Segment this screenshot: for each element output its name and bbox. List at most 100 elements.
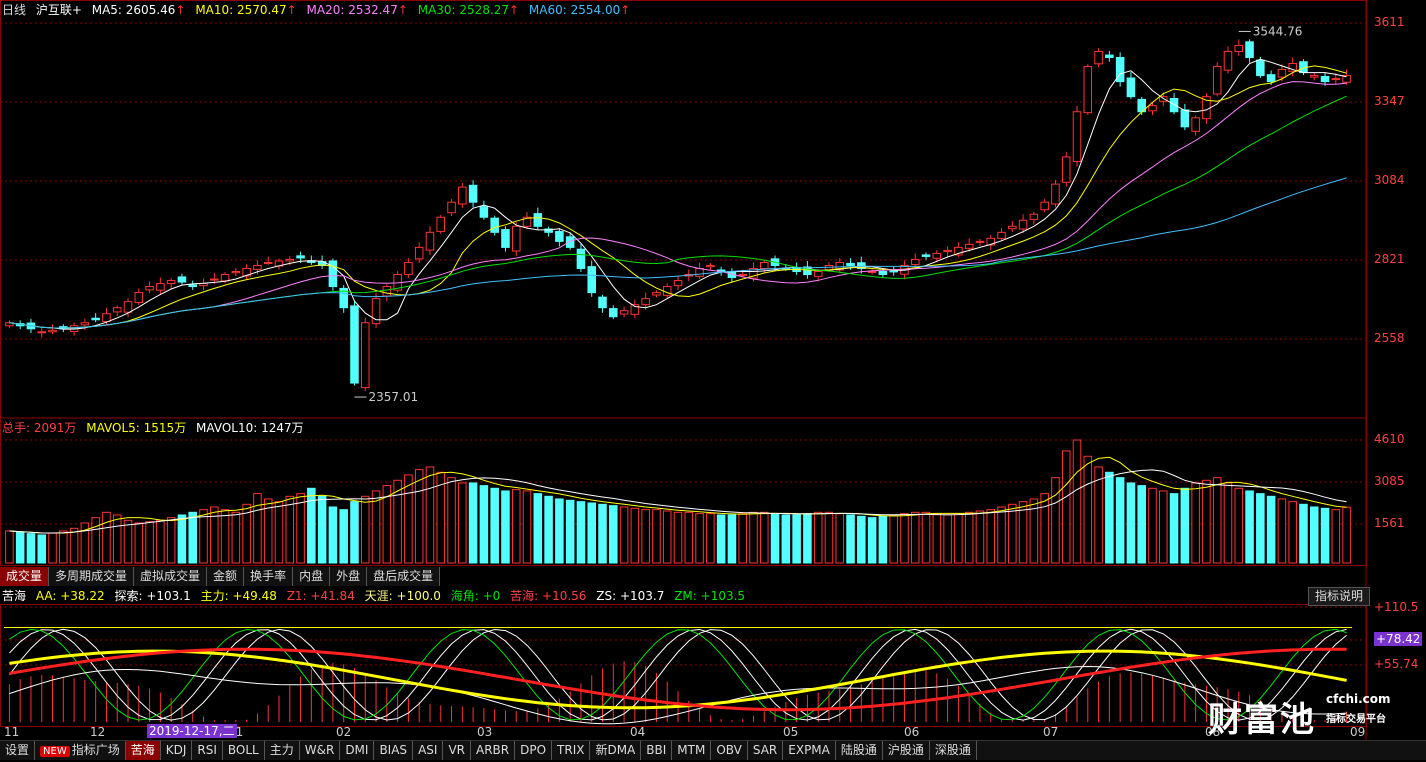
tab-hugutong[interactable]: 沪股通 xyxy=(883,741,930,760)
volume-bar xyxy=(414,469,424,564)
tab-indicator-square-label: 指标广场 xyxy=(71,743,120,757)
tab-shengutong[interactable]: 深股通 xyxy=(930,741,977,760)
volume-bar xyxy=(533,493,543,564)
volume-bar xyxy=(220,509,230,564)
candle-body xyxy=(1212,66,1222,95)
volume-bar xyxy=(749,511,758,564)
price-axis-label: 2558 xyxy=(1374,331,1405,345)
tab-dpo[interactable]: DPO xyxy=(515,741,553,760)
crosshair-date-tag: 2019-12-17,二 xyxy=(147,724,237,738)
tab-amount[interactable]: 金额 xyxy=(207,567,245,586)
volume-bar xyxy=(156,519,165,564)
tab-virtual-volume[interactable]: 虚拟成交量 xyxy=(134,567,208,586)
volume-bar xyxy=(1159,490,1168,564)
tab-arbr[interactable]: ARBR xyxy=(471,741,516,760)
volume-bar xyxy=(1309,506,1319,564)
tab-boll[interactable]: BOLL xyxy=(223,741,265,760)
candle-body xyxy=(285,258,295,262)
indicator-explain-button[interactable]: 指标说明 xyxy=(1308,587,1370,606)
candle-body xyxy=(1126,77,1136,98)
tab-mtm[interactable]: MTM xyxy=(672,741,712,760)
volume-bar xyxy=(307,487,316,564)
volume-bar xyxy=(112,514,122,564)
tab-volume[interactable]: 成交量 xyxy=(0,567,50,586)
tab-obv[interactable]: OBV xyxy=(711,741,748,760)
tab-turnover[interactable]: 换手率 xyxy=(244,567,294,586)
candle-body xyxy=(479,206,489,218)
candle-body xyxy=(350,305,359,384)
tab-kdj[interactable]: KDJ xyxy=(161,741,193,760)
candle-body xyxy=(706,264,715,268)
candle-body xyxy=(609,308,618,318)
x-axis-label: 12 xyxy=(90,725,106,739)
tab-new-dma[interactable]: 新DMA xyxy=(590,741,642,760)
volume-bar xyxy=(565,499,575,564)
volume-bar xyxy=(706,513,715,564)
tab-bbi[interactable]: BBI xyxy=(641,741,673,760)
tab-vr[interactable]: VR xyxy=(443,741,471,760)
tab-sar[interactable]: SAR xyxy=(748,741,784,760)
total-volume: 总手: 2091万 xyxy=(2,421,77,435)
tab-asi[interactable]: ASI xyxy=(413,741,444,760)
tab-expma[interactable]: EXPMA xyxy=(783,741,836,760)
tab-outer[interactable]: 外盘 xyxy=(330,567,368,586)
candle-body xyxy=(210,278,219,281)
candle-body xyxy=(102,313,111,323)
volume-bar xyxy=(727,514,737,564)
tab-indicator-square[interactable]: NEW 指标广场 xyxy=(35,741,126,760)
tab-bias[interactable]: BIAS xyxy=(374,741,414,760)
tab-rsi[interactable]: RSI xyxy=(192,741,223,760)
volume-bar xyxy=(1342,506,1351,564)
candle-body xyxy=(166,280,176,285)
candle-body xyxy=(1018,219,1028,230)
candle-body xyxy=(425,231,435,251)
price-axis-label: 3347 xyxy=(1374,94,1405,108)
chart-canvas[interactable]: 3544.76 2357.01 xyxy=(0,0,1426,759)
tab-dmi[interactable]: DMI xyxy=(340,741,375,760)
candle-body xyxy=(867,271,877,274)
candle-body xyxy=(134,292,144,304)
tab-lugutong[interactable]: 陆股通 xyxy=(836,741,883,760)
volume-bar xyxy=(781,514,791,564)
volume-bar xyxy=(986,509,996,564)
volume-bar xyxy=(1202,479,1211,564)
tab-trix[interactable]: TRIX xyxy=(552,741,591,760)
tab-inner[interactable]: 内盘 xyxy=(293,567,331,586)
volume-bar xyxy=(544,495,553,564)
volume-bar xyxy=(1223,482,1233,564)
volume-bar xyxy=(1331,509,1341,564)
mavol5-value: MAVOL5: 1515万 xyxy=(86,421,187,435)
volume-legend: 总手: 2091万 MAVOL5: 1515万 MAVOL10: 1247万 xyxy=(2,420,310,436)
tab-wr[interactable]: W&R xyxy=(300,741,341,760)
volume-bar xyxy=(91,517,100,564)
candle-body xyxy=(889,270,898,273)
up-arrow-icon: ↑ xyxy=(175,3,186,17)
volume-bar xyxy=(1148,487,1157,564)
candle-body xyxy=(1331,78,1341,81)
volume-bar xyxy=(479,485,489,564)
candle-body xyxy=(587,266,597,294)
volume-bar xyxy=(954,513,963,564)
volume-bar xyxy=(69,527,79,564)
volume-bar xyxy=(328,506,338,564)
x-axis-label: 11 xyxy=(4,725,20,739)
candle-body xyxy=(1234,44,1244,52)
tab-multi-period-volume[interactable]: 多周期成交量 xyxy=(49,567,135,586)
candle-body xyxy=(382,286,392,297)
volume-bar xyxy=(921,511,931,564)
tab-kuhai[interactable]: 苦海 xyxy=(125,741,161,760)
volume-bar xyxy=(662,510,672,564)
ma60-line xyxy=(9,177,1347,329)
candle-body xyxy=(231,271,241,274)
volume-bar xyxy=(1137,485,1146,564)
tab-settings[interactable]: 设置 xyxy=(0,741,36,760)
tab-zhuli[interactable]: 主力 xyxy=(265,741,300,760)
volume-bar xyxy=(792,514,801,564)
logo-site: cfchi.com xyxy=(1326,692,1391,706)
volume-bar xyxy=(975,510,985,564)
volume-bar xyxy=(123,519,133,564)
candle-body xyxy=(813,271,823,277)
tab-after-hours[interactable]: 盘后成交量 xyxy=(367,567,441,586)
candle-body xyxy=(846,262,855,266)
candle-body xyxy=(296,255,305,259)
